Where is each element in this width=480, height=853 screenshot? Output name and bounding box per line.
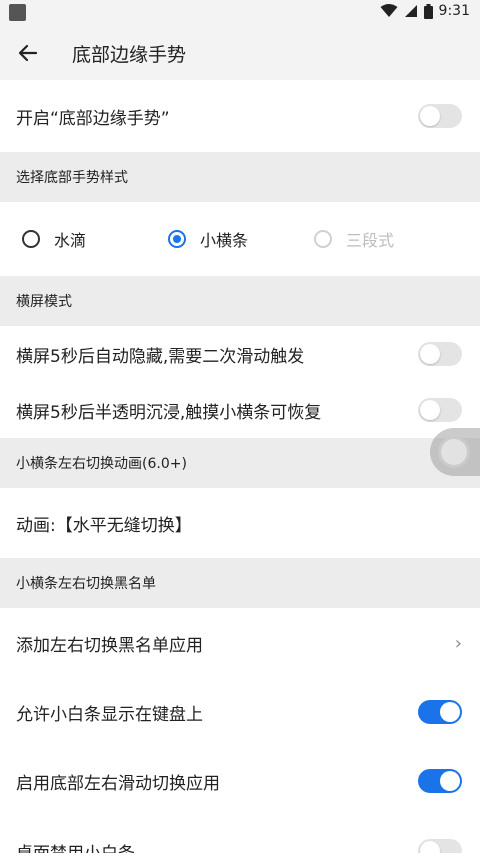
arrow-back-icon bbox=[18, 44, 38, 62]
page-title: 底部边缘手势 bbox=[72, 43, 187, 66]
app-square-icon bbox=[9, 4, 26, 21]
section-gesture-style: 选择底部手势样式 bbox=[0, 152, 480, 202]
chevron-right-icon: › bbox=[454, 632, 462, 654]
enable-gesture-switch[interactable] bbox=[418, 104, 462, 128]
section-landscape: 横屏模式 bbox=[0, 276, 480, 326]
swipe-switch-apps-label: 启用底部左右滑动切换应用 bbox=[16, 773, 220, 794]
enable-gesture-label: 开启“底部边缘手势” bbox=[16, 108, 170, 129]
toolbar: 底部边缘手势 bbox=[0, 26, 480, 80]
landscape-translucent-row[interactable]: 横屏5秒后半透明沉浸,触摸小横条可恢复 bbox=[0, 382, 480, 438]
landscape-translucent-label: 横屏5秒后半透明沉浸,触摸小横条可恢复 bbox=[16, 402, 322, 423]
status-bar: 9:31 bbox=[0, 0, 480, 26]
radio-label: 水滴 bbox=[54, 231, 87, 250]
desktop-disable-switch[interactable] bbox=[418, 839, 462, 853]
enable-gesture-row[interactable]: 开启“底部边缘手势” bbox=[0, 80, 480, 152]
signal-icon bbox=[404, 5, 417, 17]
status-icons: 9:31 bbox=[380, 3, 470, 19]
back-button[interactable] bbox=[0, 26, 56, 80]
landscape-autohide-row[interactable]: 横屏5秒后自动隐藏,需要二次滑动触发 bbox=[0, 326, 480, 382]
radio-indicator bbox=[22, 230, 40, 248]
battery-icon bbox=[423, 3, 433, 19]
floating-assist-button[interactable] bbox=[430, 428, 480, 476]
wifi-icon bbox=[380, 4, 398, 17]
radio-indicator bbox=[168, 230, 186, 248]
floating-button-circle-icon bbox=[438, 436, 470, 468]
gesture-style-group: 水滴 小横条 三段式 bbox=[0, 202, 480, 276]
swipe-switch-apps-switch[interactable] bbox=[418, 769, 462, 793]
landscape-autohide-switch[interactable] bbox=[418, 342, 462, 366]
status-time: 9:31 bbox=[438, 3, 470, 19]
radio-label: 小横条 bbox=[200, 231, 249, 250]
show-on-keyboard-switch[interactable] bbox=[418, 700, 462, 724]
desktop-disable-row[interactable]: 桌面禁用小白条 bbox=[0, 816, 480, 853]
show-on-keyboard-row[interactable]: 允许小白条显示在键盘上 bbox=[0, 678, 480, 746]
radio-water-drop[interactable]: 水滴 bbox=[22, 227, 168, 251]
section-switch-animation: 小横条左右切换动画(6.0+) bbox=[0, 438, 480, 488]
landscape-translucent-switch[interactable] bbox=[418, 398, 462, 422]
show-on-keyboard-label: 允许小白条显示在键盘上 bbox=[16, 704, 203, 725]
landscape-autohide-label: 横屏5秒后自动隐藏,需要二次滑动触发 bbox=[16, 346, 305, 367]
radio-three-segment[interactable]: 三段式 bbox=[314, 227, 460, 251]
section-blacklist: 小横条左右切换黑名单 bbox=[0, 558, 480, 608]
add-blacklist-row[interactable]: 添加左右切换黑名单应用 › bbox=[0, 608, 480, 678]
radio-indicator bbox=[314, 230, 332, 248]
animation-row[interactable]: 动画:【水平无缝切换】 bbox=[0, 488, 480, 558]
swipe-switch-apps-row[interactable]: 启用底部左右滑动切换应用 bbox=[0, 746, 480, 816]
radio-small-bar[interactable]: 小横条 bbox=[168, 227, 314, 251]
desktop-disable-label: 桌面禁用小白条 bbox=[16, 839, 135, 853]
add-blacklist-label: 添加左右切换黑名单应用 bbox=[16, 635, 203, 656]
animation-label: 动画:【水平无缝切换】 bbox=[16, 515, 192, 536]
radio-label: 三段式 bbox=[346, 231, 395, 250]
